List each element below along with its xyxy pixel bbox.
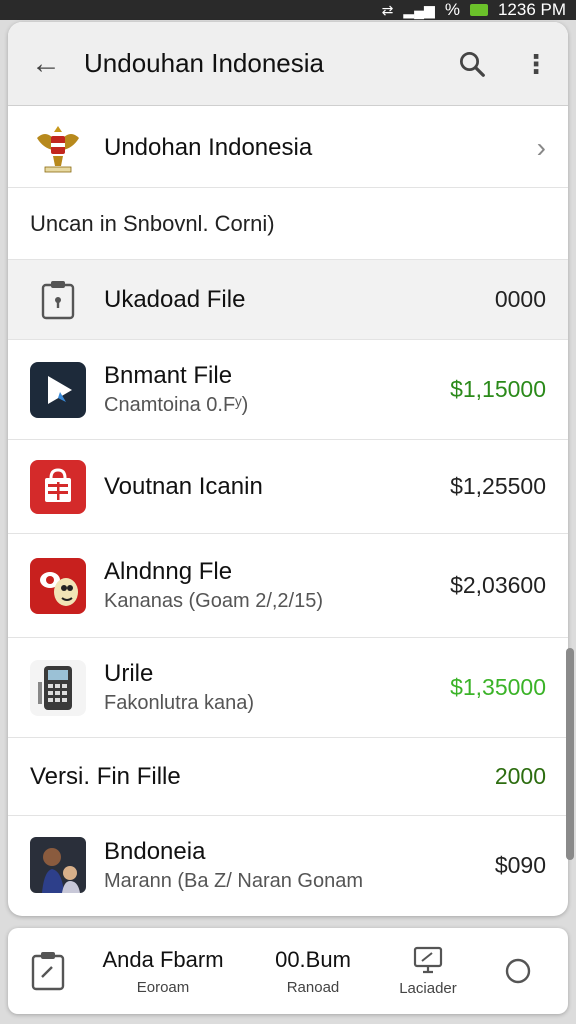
cartoon-app-icon <box>30 557 86 614</box>
item-title: Bnmant File <box>104 362 233 389</box>
list-item[interactable]: Versi. Fin Fille 2000 <box>8 738 568 816</box>
bottom-bar: Anda Fbarm Eoroam 00.Bum Ranoad Laciader <box>8 928 568 1014</box>
bottom-tab-amount-label: 00.Bum <box>275 946 351 972</box>
app-bar: ← Undouhan Indonesia ⋮ <box>8 22 568 106</box>
item-amount: $1,35000 <box>450 674 546 700</box>
signal-icon: ▂▄▆ <box>403 1 435 18</box>
list-item[interactable]: Bnmant File Cnamtoina 0.Fʸ) $1,15000 <box>8 340 568 440</box>
item-subtitle: Cnamtoina 0.Fʸ) <box>104 394 249 416</box>
upload-file-row[interactable]: Ukadoad File 0000 <box>8 260 568 340</box>
more-vert-icon[interactable]: ⋮ <box>504 51 568 77</box>
person-photo-icon <box>30 837 86 893</box>
clock: 1236 PM <box>497 0 566 19</box>
header-title: Undohan Indonesia <box>104 133 313 161</box>
list-item[interactable]: Urile Fakonlutra kana) $1,35000 <box>8 638 568 738</box>
bottom-tab-account-label: Anda Fbarm <box>102 946 224 972</box>
bottom-tab-amount[interactable]: 00.Bum Ranoad <box>238 947 388 996</box>
bottom-tab-account-caption: Eoroam <box>136 978 190 996</box>
garuda-emblem-icon <box>30 120 86 176</box>
list-item[interactable]: Voutnan Icanin $1,25500 <box>8 440 568 534</box>
battery-icon <box>469 4 488 16</box>
item-title: Versi. Fin Fille <box>30 762 181 790</box>
header-row[interactable]: Undohan Indonesia › <box>8 108 568 188</box>
bottom-tab-loader-caption: Laciader <box>399 979 457 997</box>
battery-percent: % <box>444 0 460 19</box>
search-icon[interactable] <box>440 49 504 79</box>
item-title: Urile <box>104 660 154 687</box>
list-item[interactable]: Bndoneia Marann (Ba Z/ Naran Gonam $090 <box>8 816 568 914</box>
item-title: Alndnng Fle <box>104 558 233 585</box>
shopping-bag-icon <box>30 459 86 515</box>
upload-amount: 0000 <box>494 286 546 312</box>
bottom-tab-circle[interactable] <box>468 957 568 985</box>
app-title: Undouhan Indonesia <box>84 48 324 78</box>
item-title: Bndoneia <box>104 837 206 865</box>
item-amount: $2,03600 <box>450 572 546 598</box>
item-amount: $1,25500 <box>450 473 546 499</box>
list-item[interactable]: Alndnng Fle Kananas (Goam 2/,2/15) $2,03… <box>8 534 568 638</box>
bottom-tab-account[interactable]: Anda Fbarm Eoroam <box>88 947 238 996</box>
item-subtitle: Kananas (Goam 2/,2/15) <box>104 590 324 612</box>
sync-icon: ⇄ <box>381 1 394 18</box>
upload-label: Ukadoad File <box>104 285 246 313</box>
item-amount: $1,15000 <box>450 376 546 402</box>
item-amount: 2000 <box>494 763 546 789</box>
item-subtitle: Fakonlutra kana) <box>104 692 255 714</box>
item-title: Voutnan Icanin <box>104 472 263 500</box>
circle-icon <box>505 958 531 984</box>
item-amount: $090 <box>494 851 546 878</box>
section-subtitle: Uncan in Snbovnl. Corni) <box>8 188 568 260</box>
chevron-right-icon: › <box>536 131 546 163</box>
main-card: ← Undouhan Indonesia ⋮ Undohan Indonesia… <box>8 22 568 916</box>
play-icon <box>30 361 86 418</box>
scrollbar-thumb[interactable] <box>566 648 574 860</box>
bottom-tab-loader[interactable]: Laciader <box>388 946 468 997</box>
monitor-icon <box>413 946 443 973</box>
bottom-tab-amount-caption: Ranoad <box>286 978 340 996</box>
clipboard-lock-icon <box>30 272 86 328</box>
calculator-icon <box>30 659 86 716</box>
item-subtitle: Marann (Ba Z/ Naran Gonam <box>104 869 363 892</box>
clipboard-icon[interactable] <box>8 951 88 991</box>
back-arrow-icon[interactable]: ← <box>8 47 84 81</box>
status-bar: ⇄ ▂▄▆ % 1236 PM <box>0 0 576 20</box>
